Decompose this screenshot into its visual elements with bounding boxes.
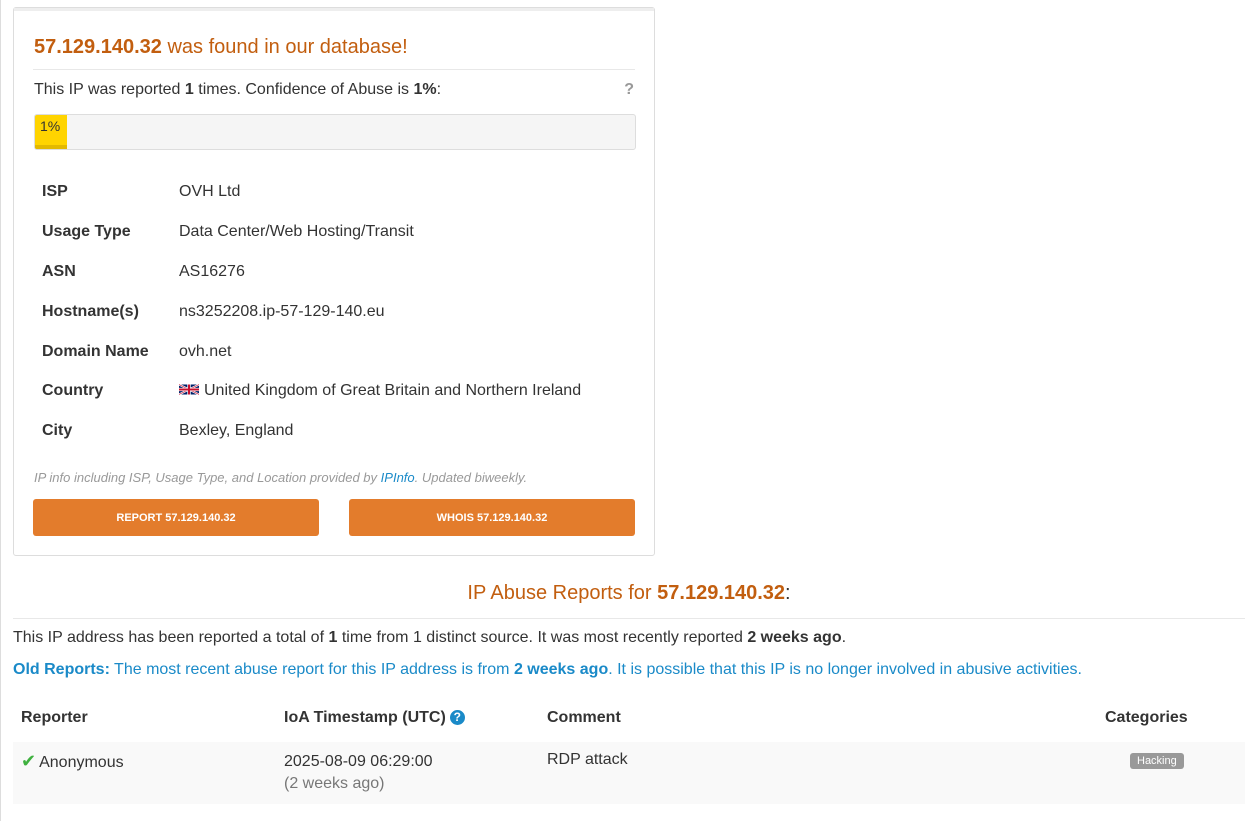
reports-divider: [13, 618, 1245, 619]
info-row: Hostname(s) ns3252208.ip-57-129-140.eu: [42, 292, 632, 332]
reports-heading: IP Abuse Reports for 57.129.140.32:: [13, 582, 1245, 605]
panel-heading: 57.129.140.32 was found in our database!: [34, 36, 408, 59]
reporter-name: Anonymous: [39, 754, 124, 771]
comment-cell: RDP attack: [547, 751, 628, 768]
heading-ip: 57.129.140.32: [34, 36, 162, 58]
info-row: Domain Name ovh.net: [42, 332, 632, 372]
timestamp-value: 2025-08-09 06:29:00: [284, 753, 433, 770]
reports-heading-prefix: IP Abuse Reports for: [467, 582, 652, 604]
ipinfo-link[interactable]: IPInfo: [381, 470, 415, 485]
question-circle-icon[interactable]: ?: [449, 710, 465, 725]
panel-top-border: [14, 8, 654, 11]
info-value: Data Center/Web Hosting/Transit: [179, 223, 414, 241]
info-key: Country: [42, 382, 104, 400]
checkmark-icon: ✔: [21, 751, 37, 771]
info-value-text: ns3252208.ip-57-129-140.eu: [179, 302, 385, 320]
summary-confidence: 1%: [413, 81, 437, 98]
info-value: Bexley, England: [179, 422, 293, 440]
summary-middle: times. Confidence of Abuse is: [198, 81, 410, 98]
summary-prefix: This IP was reported: [34, 81, 181, 98]
info-row: ISP OVH Ltd: [42, 172, 632, 212]
info-value: AS16276: [179, 263, 245, 281]
info-value: United Kingdom of Great Britain and Nort…: [179, 382, 581, 400]
column-header-comment: Comment: [547, 709, 621, 726]
provider-note: IP info including ISP, Usage Type, and L…: [34, 470, 527, 485]
info-value-text: OVH Ltd: [179, 182, 241, 200]
info-key: ISP: [42, 182, 68, 200]
table-row: ✔ Anonymous 2025-08-09 06:29:00 (2 weeks …: [13, 742, 1245, 804]
old-reports-recent: 2 weeks ago: [513, 661, 609, 678]
ip-info-table: ISP OVH Ltd Usage Type Data Center/Web Host…: [42, 172, 632, 451]
info-row: Country United Kingdom of Great Britain a…: [42, 371, 632, 411]
column-header-timestamp: IoA Timestamp (UTC)?: [284, 709, 465, 727]
total-reports-line: This IP address has been reported a tota…: [13, 629, 846, 647]
progress-label: 1%: [40, 118, 61, 134]
info-value-text: ovh.net: [179, 342, 232, 360]
old-reports-label: Old Reports:: [13, 661, 110, 678]
info-key: Hostname(s): [42, 302, 139, 320]
old-reports-prefix: The most recent abuse report for this IP…: [114, 661, 510, 678]
report-summary: This IP was reported 1 times. Confidence…: [34, 81, 441, 99]
info-key: Domain Name: [42, 342, 149, 360]
total-prefix: This IP address has been reported a tota…: [13, 629, 325, 646]
old-reports-notice: Old Reports: The most recent abuse repor…: [13, 661, 1082, 679]
uk-flag-icon: [179, 383, 199, 396]
heading-suffix: was found in our database!: [167, 36, 408, 58]
timestamp-ago: (2 weeks ago): [284, 775, 385, 792]
info-value-text: AS16276: [179, 262, 245, 280]
page-left-border: [0, 0, 1, 821]
total-middle: time from 1 distinct source. It was most…: [341, 629, 743, 646]
reporter-cell: ✔ Anonymous: [21, 751, 124, 772]
reports-heading-colon: :: [785, 582, 791, 604]
timestamp-header-label: IoA Timestamp (UTC): [284, 709, 446, 726]
report-ip-button[interactable]: REPORT 57.129.140.32: [33, 499, 319, 536]
info-row: City Bexley, England: [42, 411, 632, 451]
info-value: OVH Ltd: [179, 183, 240, 201]
ip-summary-panel: 57.129.140.32 was found in our database!…: [13, 7, 655, 556]
summary-suffix: :: [436, 81, 442, 98]
total-count: 1: [328, 629, 338, 646]
reports-heading-ip: 57.129.140.32: [657, 582, 786, 604]
info-row: ASN AS16276: [42, 252, 632, 292]
info-row: Usage Type Data Center/Web Hosting/Transi…: [42, 212, 632, 252]
old-reports-suffix: . It is possible that this IP is no long…: [608, 661, 1082, 678]
info-key: Usage Type: [42, 222, 131, 240]
info-value-text: Data Center/Web Hosting/Transit: [179, 222, 414, 240]
help-question-icon[interactable]: ?: [624, 81, 634, 99]
info-value-text: United Kingdom of Great Britain and Nort…: [204, 382, 582, 400]
info-key: ASN: [42, 262, 76, 280]
summary-count: 1: [184, 81, 194, 98]
category-badge[interactable]: Hacking: [1130, 753, 1184, 769]
total-suffix: .: [841, 629, 847, 646]
provider-note-suffix: . Updated biweekly.: [414, 470, 528, 485]
info-key: City: [42, 422, 73, 440]
info-value: ns3252208.ip-57-129-140.eu: [179, 303, 385, 321]
column-header-categories: Categories: [1105, 709, 1188, 726]
panel-divider: [33, 69, 635, 70]
confidence-progress-bar: 1%: [34, 114, 636, 150]
timestamp-cell: 2025-08-09 06:29:00 (2 weeks ago): [284, 751, 433, 795]
info-value: ovh.net: [179, 343, 231, 361]
provider-note-prefix: IP info including ISP, Usage Type, and L…: [34, 470, 378, 485]
total-recent: 2 weeks ago: [747, 629, 842, 646]
info-value-text: Bexley, England: [179, 422, 294, 440]
whois-ip-button[interactable]: WHOIS 57.129.140.32: [349, 499, 635, 536]
column-header-reporter: Reporter: [21, 709, 88, 726]
